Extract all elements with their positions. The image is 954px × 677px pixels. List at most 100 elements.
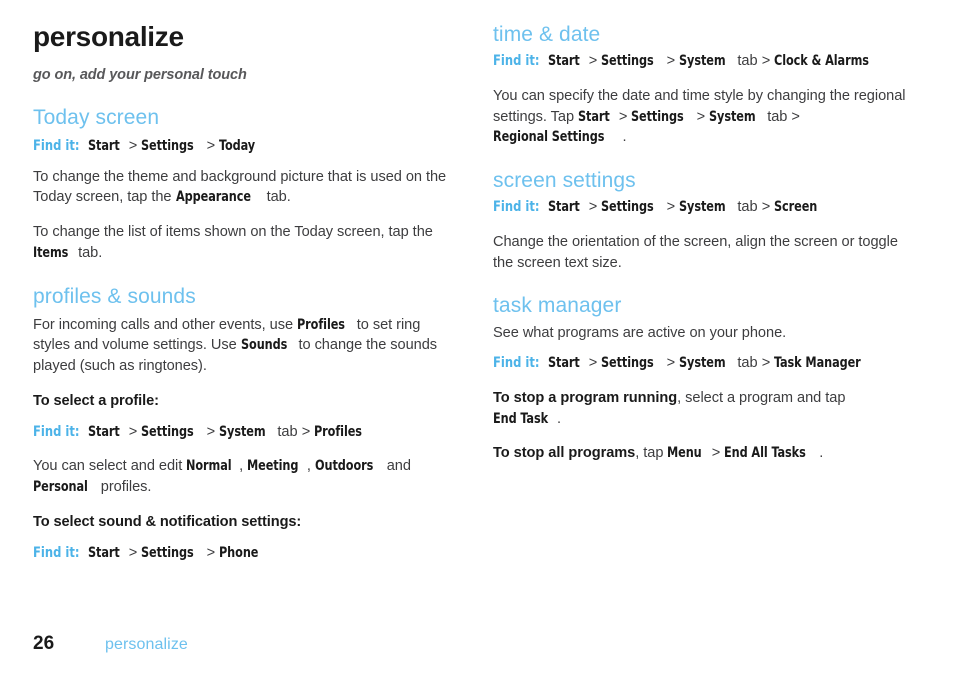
path-item-settings: Settings	[601, 198, 654, 216]
path-item-system: System	[219, 422, 266, 440]
path-item-settings: Settings	[141, 543, 194, 561]
path-item-today: Today	[219, 136, 256, 154]
ui-term-normal: Normal	[186, 457, 232, 475]
path-separator: >	[588, 199, 598, 216]
path-separator: >	[666, 53, 676, 70]
right-column: time & date Find it: Start > Settings > S…	[493, 22, 913, 464]
find-it-label: Find it:	[33, 136, 80, 154]
ui-term-start: Start	[578, 107, 610, 125]
path-separator: >	[206, 544, 216, 561]
text-run: To change the list of items shown on the…	[33, 224, 433, 241]
path-item-screen: Screen	[774, 198, 818, 216]
paragraph-select-edit-profiles: You can select and edit Normal, Meeting,…	[33, 456, 453, 497]
path-word-tab: tab	[767, 108, 788, 125]
find-it-clock-alarms: Find it: Start > Settings > System tab > …	[493, 51, 913, 72]
ui-term-system: System	[709, 107, 756, 125]
path-separator: >	[711, 445, 721, 462]
find-it-label: Find it:	[493, 52, 540, 70]
text-run: , select a program and tap	[677, 390, 846, 407]
path-word-tab: tab	[737, 53, 758, 70]
left-column: personalize go on, add your personal tou…	[33, 21, 453, 577]
page-footer: 26 personalize	[33, 633, 188, 655]
paragraph-change-items: To change the list of items shown on the…	[33, 222, 453, 263]
path-separator: >	[128, 137, 138, 154]
paragraph-stop-all-programs: To stop all programs, tap Menu > End All…	[493, 443, 913, 464]
ui-term-items: Items	[33, 243, 69, 261]
text-run: , tap	[635, 445, 668, 462]
text-run: tab.	[262, 189, 291, 206]
section-heading-task-manager: task manager	[493, 294, 622, 318]
path-item-task-manager: Task Manager	[774, 354, 861, 372]
path-word-tab: tab	[737, 355, 758, 372]
path-separator: >	[761, 355, 771, 372]
path-item-settings: Settings	[141, 422, 194, 440]
path-item-start: Start	[87, 543, 120, 561]
page-number: 26	[33, 633, 55, 654]
path-item-profiles: Profiles	[314, 422, 363, 440]
text-run: .	[556, 410, 561, 427]
path-item-start: Start	[87, 422, 120, 440]
section-heading-screen-settings: screen settings	[493, 169, 636, 193]
path-separator: >	[666, 355, 676, 372]
page-subtitle: go on, add your personal touch	[33, 66, 247, 83]
text-run: You can select and edit	[33, 458, 187, 475]
path-item-clock-alarms: Clock & Alarms	[774, 52, 870, 70]
lead-stop-program-running: To stop a program running	[493, 390, 678, 407]
path-separator: >	[666, 199, 676, 216]
path-item-start: Start	[547, 52, 580, 70]
path-separator: >	[128, 423, 138, 440]
path-word-tab: tab	[737, 199, 758, 216]
paragraph-stop-a-program: To stop a program running, select a prog…	[493, 388, 913, 429]
text-run: For incoming calls and other events, use	[33, 316, 298, 333]
ui-term-menu: Menu	[667, 444, 703, 462]
find-it-screen: Find it: Start > Settings > System tab > …	[493, 197, 913, 218]
footer-chapter-name: personalize	[105, 636, 188, 653]
ui-term-meeting: Meeting	[247, 457, 299, 475]
manual-page: personalize go on, add your personal tou…	[0, 0, 954, 677]
paragraph-change-theme: To change the theme and background pictu…	[33, 167, 453, 208]
find-it-phone: Find it: Start > Settings > Phone	[33, 543, 453, 564]
find-it-label: Find it:	[33, 422, 80, 440]
section-heading-profiles-sounds: profiles & sounds	[33, 284, 196, 308]
path-item-settings: Settings	[601, 354, 654, 372]
text-run: tab.	[74, 244, 103, 261]
paragraph-screen-orientation: Change the orientation of the screen, al…	[493, 233, 898, 271]
section-heading-today-screen: Today screen	[33, 105, 160, 129]
path-item-settings: Settings	[141, 136, 194, 154]
text-run: profiles.	[96, 479, 152, 496]
path-separator: >	[761, 53, 771, 70]
find-it-today-screen: Find it: Start > Settings > Today	[33, 136, 453, 157]
path-item-start: Start	[547, 354, 580, 372]
paragraph-regional-settings: You can specify the date and time style …	[493, 86, 913, 148]
find-it-label: Find it:	[493, 198, 540, 216]
path-separator: >	[206, 423, 216, 440]
ui-term-regional-settings: Regional Settings	[493, 128, 605, 146]
section-heading-time-date: time & date	[493, 23, 601, 46]
path-item-start: Start	[547, 198, 580, 216]
path-separator: >	[206, 137, 216, 154]
lead-stop-all-programs: To stop all programs	[493, 445, 636, 462]
text-and: and	[386, 458, 411, 475]
text-run: .	[819, 445, 824, 462]
subheading-sound-notification-settings: To select sound & notification settings:	[33, 513, 302, 530]
ui-term-appearance: Appearance	[175, 188, 251, 206]
find-it-label: Find it:	[33, 543, 80, 561]
ui-term-settings: Settings	[631, 107, 685, 125]
ui-term-end-task: End Task	[493, 409, 549, 427]
page-title: personalize	[33, 21, 184, 52]
find-it-label: Find it:	[493, 354, 540, 372]
path-separator: >	[301, 423, 311, 440]
path-separator: >	[588, 355, 598, 372]
path-word-tab: tab	[277, 423, 298, 440]
find-it-task-manager: Find it: Start > Settings > System tab > …	[493, 353, 913, 374]
ui-term-profiles: Profiles	[297, 315, 345, 333]
ui-term-end-all-tasks: End All Tasks	[724, 444, 806, 462]
path-separator: >	[696, 108, 706, 125]
text-run: .	[622, 129, 627, 146]
path-item-start: Start	[87, 136, 120, 154]
path-separator: >	[791, 108, 800, 125]
ui-term-outdoors: Outdoors	[314, 457, 374, 475]
path-item-settings: Settings	[601, 52, 654, 70]
path-separator: >	[128, 544, 138, 561]
ui-term-sounds: Sounds	[240, 336, 287, 354]
